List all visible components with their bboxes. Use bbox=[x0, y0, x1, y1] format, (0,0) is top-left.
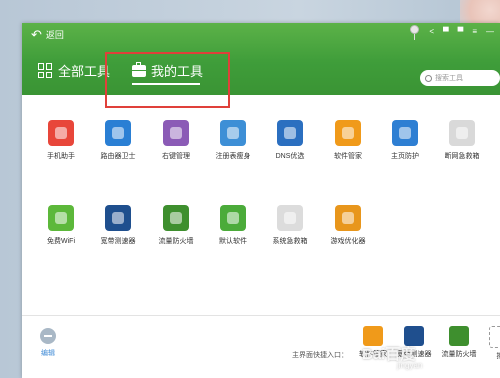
back-label: 返回 bbox=[45, 30, 64, 40]
tool-label: 右键管理 bbox=[162, 153, 190, 160]
tool-label: 路由器卫士 bbox=[100, 153, 136, 160]
quick-entry-label-text: 拖 bbox=[480, 351, 500, 361]
tool-item[interactable]: DNS优选 bbox=[261, 120, 319, 161]
search-box[interactable] bbox=[420, 70, 500, 86]
share-icon[interactable]: < bbox=[429, 27, 434, 37]
tool-label: 游戏优化器 bbox=[330, 238, 366, 245]
tool-item[interactable]: 宽带测速器 bbox=[89, 205, 147, 246]
registry-slim-icon bbox=[220, 120, 246, 146]
dns-globe-icon bbox=[277, 120, 303, 146]
tools-window: ↶ 返回 < ▀ ▀ ≡ — 全部工具 我的工具 手机助手 路由器卫士 右键管理 注册… bbox=[22, 23, 500, 378]
speed-test-icon bbox=[105, 205, 131, 231]
highlight-annotation-box bbox=[105, 52, 230, 108]
right-click-icon bbox=[163, 120, 189, 146]
minimize-icon[interactable]: — bbox=[486, 27, 494, 37]
search-input[interactable] bbox=[435, 72, 495, 84]
search-icon bbox=[425, 74, 432, 82]
tab-all-tools[interactable]: 全部工具 bbox=[38, 61, 110, 80]
tool-item[interactable]: 免费WiFi bbox=[32, 205, 90, 246]
tool-item[interactable]: 主页防护 bbox=[376, 120, 434, 161]
back-arrow-icon: ↶ bbox=[31, 26, 42, 42]
tool-item[interactable]: 游戏优化器 bbox=[319, 205, 377, 246]
traffic-firewall-icon bbox=[163, 205, 189, 231]
software-manager-icon bbox=[335, 120, 361, 146]
grid-icon bbox=[38, 63, 53, 78]
game-optimizer-icon bbox=[335, 205, 361, 231]
network-firstaid-icon bbox=[449, 120, 475, 146]
tool-label: 免费WiFi bbox=[47, 238, 75, 245]
back-button[interactable]: ↶ 返回 bbox=[31, 28, 64, 41]
tab-all-label: 全部工具 bbox=[58, 64, 111, 79]
tool-label: 软件管家 bbox=[334, 153, 362, 160]
tool-label: 手机助手 bbox=[47, 153, 75, 160]
edit-button[interactable]: 编辑 bbox=[36, 328, 60, 358]
tool-item[interactable]: 断网急救箱 bbox=[433, 120, 491, 161]
tool-item[interactable]: 流量防火墙 bbox=[147, 205, 205, 246]
tool-label: 断网急救箱 bbox=[444, 153, 480, 160]
wifi-icon bbox=[48, 205, 74, 231]
traffic-firewall-icon bbox=[449, 326, 469, 346]
tool-label: 系统急救箱 bbox=[272, 238, 308, 245]
tool-label: 注册表瘦身 bbox=[215, 153, 251, 160]
quick-entry-item[interactable]: 流量防火墙 bbox=[439, 326, 479, 359]
tool-label: 宽带测速器 bbox=[100, 238, 136, 245]
tool-item[interactable]: 右键管理 bbox=[147, 120, 205, 161]
tool-label: 默认软件 bbox=[219, 238, 247, 245]
header-bar: ↶ 返回 < ▀ ▀ ≡ — 全部工具 我的工具 bbox=[22, 23, 500, 95]
tool-item[interactable]: 软件管家 bbox=[319, 120, 377, 161]
quick-entry-item[interactable]: 拖 bbox=[480, 326, 500, 361]
system-firstaid-icon bbox=[277, 205, 303, 231]
balloon-icon[interactable] bbox=[410, 25, 419, 41]
tool-item[interactable]: 系统急救箱 bbox=[261, 205, 319, 246]
tool-item[interactable]: 默认软件 bbox=[204, 205, 262, 246]
menu-icon[interactable]: ≡ bbox=[472, 27, 477, 37]
window-controls: < ▀ ▀ ≡ — bbox=[429, 27, 494, 37]
footer-divider bbox=[22, 315, 500, 316]
homepage-protect-icon bbox=[392, 120, 418, 146]
quick-entry-label-text: 流量防火墙 bbox=[441, 351, 477, 358]
tool-item[interactable]: 手机助手 bbox=[32, 120, 90, 161]
default-software-icon bbox=[220, 205, 246, 231]
tool-label: DNS优选 bbox=[275, 153, 305, 160]
phone-assistant-icon bbox=[48, 120, 74, 146]
drag-slot-icon bbox=[489, 326, 500, 348]
tool-label: 主页防护 bbox=[391, 153, 419, 160]
watermark-sub: jingyan bbox=[397, 361, 423, 370]
tool-item[interactable]: 注册表瘦身 bbox=[204, 120, 262, 161]
wardrobe-icon[interactable]: ▀ bbox=[458, 27, 464, 37]
tool-label: 流量防火墙 bbox=[158, 238, 194, 245]
quick-entry-label: 主界面快捷入口： bbox=[292, 352, 348, 359]
edit-label: 编辑 bbox=[41, 350, 55, 357]
router-guard-icon bbox=[105, 120, 131, 146]
minus-circle-icon bbox=[40, 328, 56, 344]
shirt-skin-icon[interactable]: ▀ bbox=[443, 27, 449, 37]
tool-item[interactable]: 路由器卫士 bbox=[89, 120, 147, 161]
